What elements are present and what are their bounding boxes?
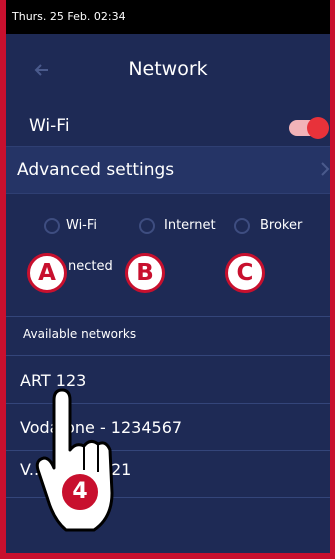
broker-indicator-label: Broker (260, 218, 303, 233)
divider (6, 316, 330, 317)
page-title: Network (128, 58, 208, 80)
wifi-row: Wi-Fi (6, 106, 330, 146)
status-datetime: Thurs. 25 Feb. 02:34 (12, 10, 126, 23)
available-networks-heading: Available networks (23, 327, 137, 341)
pointing-hand-icon (35, 388, 114, 532)
divider (6, 355, 330, 356)
connection-status-text: nected (68, 259, 113, 274)
available-networks-header: Available networks (6, 322, 330, 348)
broker-indicator-icon (234, 218, 250, 234)
wifi-label: Wi-Fi (29, 116, 70, 136)
callout-c: C (225, 253, 265, 293)
screen: Thurs. 25 Feb. 02:34 Network Wi-Fi Advan… (6, 0, 330, 553)
wifi-indicator-icon (44, 218, 60, 234)
chevron-right-icon (320, 159, 330, 185)
status-bar: Thurs. 25 Feb. 02:34 (6, 0, 330, 34)
wifi-toggle[interactable] (289, 117, 329, 139)
toggle-knob (307, 117, 329, 139)
title-bar: Network (6, 34, 330, 106)
wifi-indicator-label: Wi-Fi (66, 218, 98, 233)
callout-b: B (125, 253, 165, 293)
device-frame: Thurs. 25 Feb. 02:34 Network Wi-Fi Advan… (0, 0, 335, 559)
internet-indicator-label: Internet (164, 218, 216, 233)
advanced-settings-row[interactable]: Advanced settings (6, 146, 330, 194)
advanced-settings-label: Advanced settings (17, 160, 175, 180)
callout-a: A (27, 253, 67, 293)
step-4-badge: 4 (60, 472, 100, 512)
internet-indicator-icon (139, 218, 155, 234)
